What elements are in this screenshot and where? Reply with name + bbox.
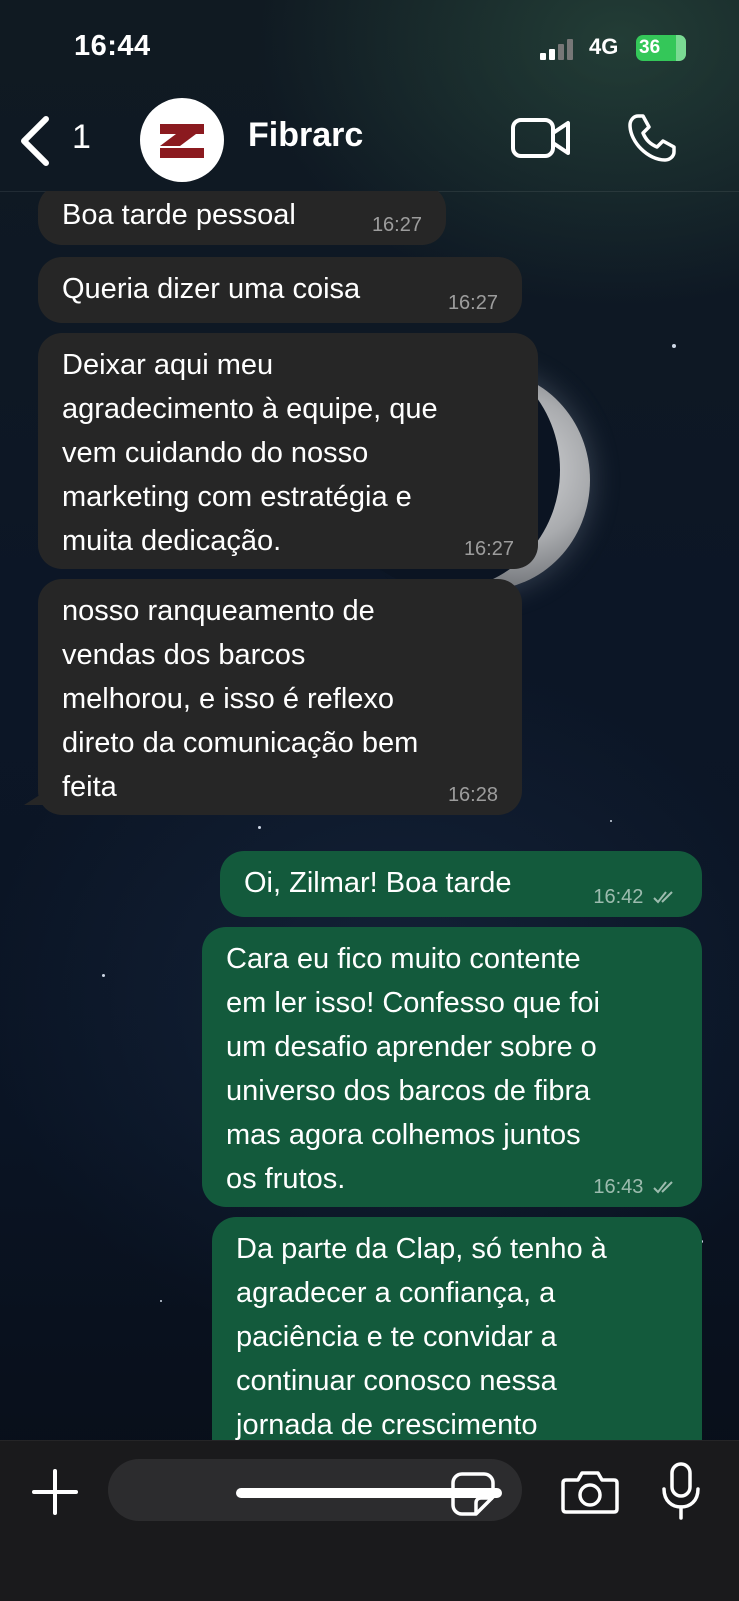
composer-bar <box>0 1440 739 1601</box>
read-ticks-icon <box>653 1181 673 1194</box>
battery-icon: 36 <box>636 35 686 61</box>
status-time: 16:44 <box>74 30 151 62</box>
network-type: 4G <box>589 34 619 59</box>
phone-icon[interactable] <box>626 112 678 164</box>
message-bubble-incoming[interactable]: Boa tarde pessoal 16:27 <box>38 191 446 245</box>
back-unread-count[interactable]: 1 <box>72 118 91 157</box>
fibrarc-logo-icon <box>160 124 204 158</box>
message-bubble-outgoing[interactable]: Da parte da Clap, só tenho à agradecer a… <box>212 1217 702 1440</box>
signal-strength-icon <box>540 38 574 60</box>
message-bubble-incoming[interactable]: Queria dizer uma coisa 16:27 <box>38 257 522 323</box>
message-time: 16:28 <box>447 784 498 806</box>
message-bubble-outgoing[interactable]: Cara eu fico muito contente em ler isso!… <box>202 927 702 1207</box>
contact-name[interactable]: Fibrarc <box>248 116 363 155</box>
message-text: Da parte da Clap, só tenho à agradecer a… <box>236 1233 607 1440</box>
home-indicator[interactable] <box>236 1488 502 1498</box>
message-bubble-incoming[interactable]: Deixar aqui meu agradecimento à equipe, … <box>38 333 538 569</box>
contact-avatar[interactable] <box>140 98 224 182</box>
bubble-tail <box>24 791 46 805</box>
plus-icon[interactable] <box>30 1467 80 1517</box>
message-time: 16:43 <box>593 1176 644 1198</box>
message-list[interactable]: Boa tarde pessoal 16:27 Queria dizer uma… <box>0 191 739 1440</box>
message-bubble-outgoing[interactable]: Oi, Zilmar! Boa tarde 16:42 <box>220 851 702 917</box>
message-time: 16:42 <box>593 886 644 908</box>
microphone-icon[interactable] <box>660 1461 702 1521</box>
message-time: 16:27 <box>463 538 514 560</box>
message-time: 16:27 <box>447 292 498 314</box>
message-text: nosso ranqueamento de vendas dos barcos … <box>62 595 419 803</box>
video-call-icon[interactable] <box>510 115 572 161</box>
message-text: Queria dizer uma coisa <box>62 273 361 305</box>
message-text: Boa tarde pessoal <box>62 199 296 231</box>
back-chevron-icon[interactable] <box>16 113 56 169</box>
message-bubble-incoming[interactable]: nosso ranqueamento de vendas dos barcos … <box>38 579 522 815</box>
battery-level: 36 <box>639 37 661 58</box>
camera-icon[interactable] <box>560 1467 620 1517</box>
message-meta: 16:43 <box>593 1175 678 1199</box>
message-meta: 16:42 <box>593 885 678 909</box>
message-text: Deixar aqui meu agradecimento à equipe, … <box>62 349 438 557</box>
message-text: Cara eu fico muito contente em ler isso!… <box>226 943 600 1195</box>
read-ticks-icon <box>653 891 673 904</box>
message-time: 16:27 <box>371 214 422 236</box>
